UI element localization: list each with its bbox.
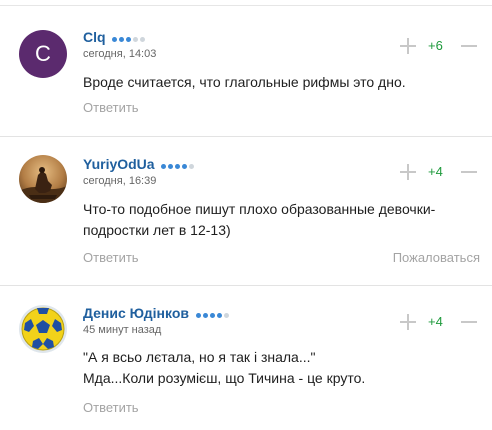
username[interactable]: YuriyOdUa [83,156,196,173]
user-rating-dots [195,306,231,322]
plus-icon[interactable] [399,313,417,331]
rating-dot [202,313,208,319]
avatar-c[interactable]: C [19,30,67,78]
top-divider [0,5,492,6]
comment-text-line: Что-то подобное пишут плохо образованные… [83,201,436,217]
rating-dot [209,313,215,319]
reply-button[interactable]: Ответить [83,100,139,115]
comment-body: Что-то подобное пишут плохо образованные… [83,199,478,241]
vote-score: +4 [428,164,443,179]
username[interactable]: Clq [83,29,147,46]
comment-body: Вроде считается, что глагольные рифмы эт… [83,72,478,93]
reply-button[interactable]: Ответить [83,250,139,265]
comment-timestamp: сегодня, 14:03 [83,48,157,60]
rating-dot [119,37,125,43]
report-button[interactable]: Пожаловаться [393,250,480,265]
rating-dot [133,37,139,43]
avatar-photo[interactable] [19,155,67,203]
comment-text-line: подростки лет в 12-13) [83,222,231,238]
minus-icon[interactable] [460,313,478,331]
rating-dot [189,164,195,170]
minus-icon[interactable] [460,37,478,55]
user-rating-dots [112,30,147,46]
reply-button[interactable]: Ответить [83,400,139,415]
rating-dot [223,313,229,319]
rating-dot [182,164,188,170]
plus-icon[interactable] [399,37,417,55]
rating-dot [195,313,201,319]
plus-icon[interactable] [399,163,417,181]
rating-dot [112,37,118,43]
avatar-ball[interactable] [19,305,67,353]
username[interactable]: Денис Юдінков [83,305,231,322]
user-rating-dots [161,157,196,173]
avatar-image [19,155,67,203]
comment-timestamp: 45 минут назад [83,324,162,336]
comment-divider [0,136,492,137]
rating-dot [140,37,146,43]
minus-icon[interactable] [460,163,478,181]
rating-dot [126,37,132,43]
comment-timestamp: сегодня, 16:39 [83,175,157,187]
comment-text-line: "А я всьо лєтала, но я так і знала..." [83,349,316,365]
comment-text-line: Мда...Коли розумієш, що Тичина - це крут… [83,370,366,386]
comment-divider [0,285,492,286]
soccer-ball-icon [19,305,67,353]
comment-text-line: Вроде считается, что глагольные рифмы эт… [83,74,406,90]
vote-score: +4 [428,314,443,329]
username-text[interactable]: Clq [83,29,106,45]
username-text[interactable]: Денис Юдінков [83,305,189,321]
rating-dot [161,164,167,170]
vote-score: +6 [428,38,443,53]
username-text[interactable]: YuriyOdUa [83,156,155,172]
rating-dot [216,313,222,319]
rating-dot [175,164,181,170]
comment-body: "А я всьо лєтала, но я так і знала..." М… [83,347,478,389]
rating-dot [168,164,174,170]
